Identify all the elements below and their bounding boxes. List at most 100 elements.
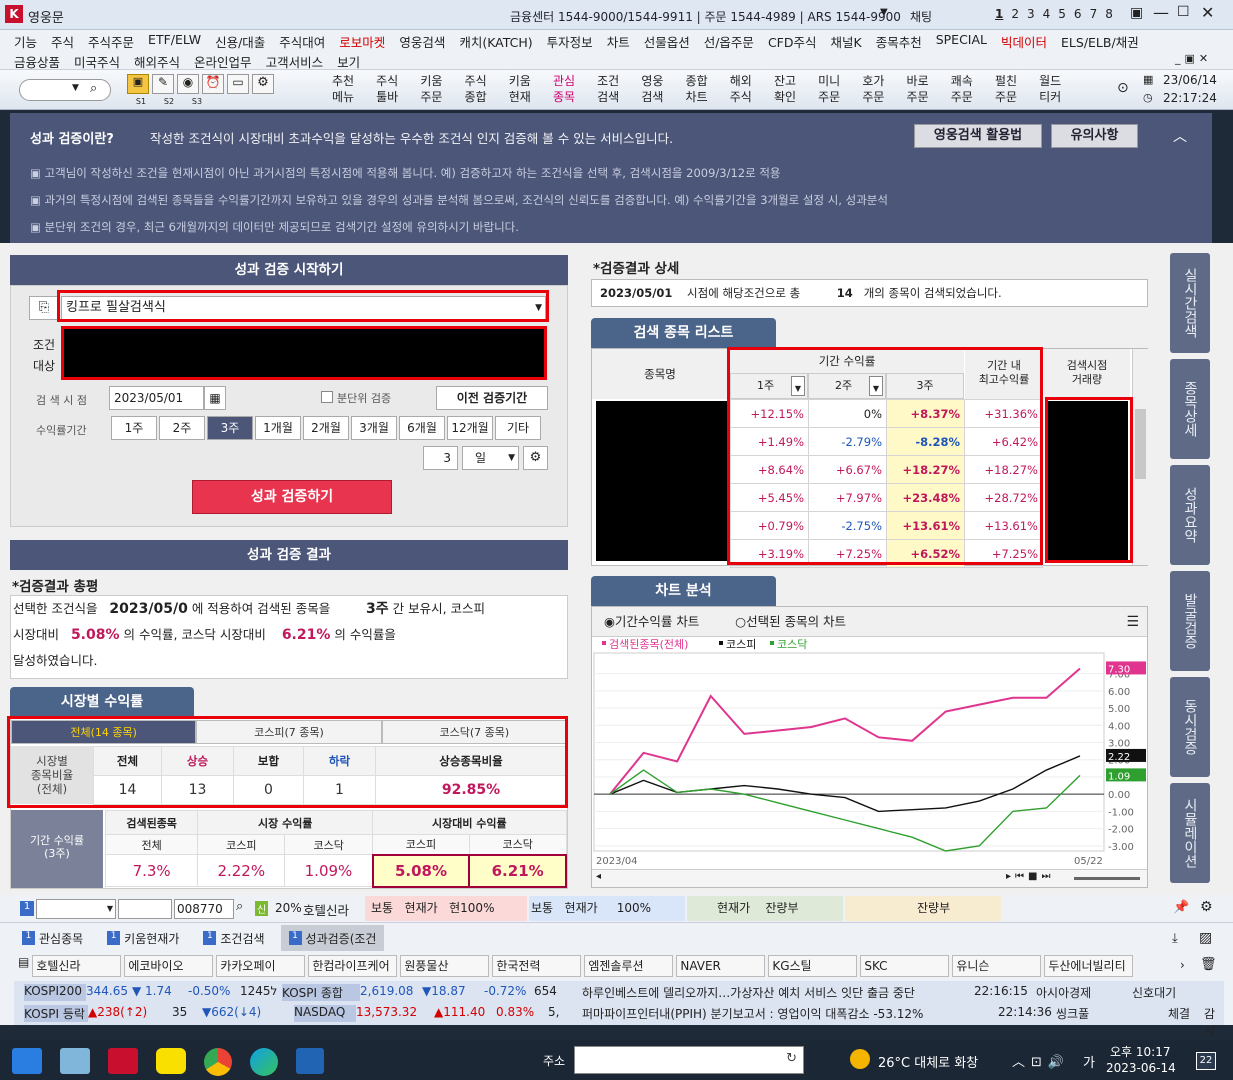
prev-period-button[interactable]: 이전 검증기간 (436, 386, 548, 410)
sort-3w[interactable]: 3주 (886, 373, 964, 399)
ticker-field[interactable]: KOSPI 등락 (24, 1005, 88, 1022)
table-row[interactable]: +8.64% +6.67% +18.27% +18.27% (730, 455, 1043, 484)
favorite-stock[interactable]: 두산에너빌리티 (1044, 955, 1134, 977)
toolbar-button[interactable]: 해외 주식 (720, 73, 762, 107)
menu-item[interactable]: 미국주식 (74, 52, 120, 71)
weather-text[interactable]: 26°C 대체로 화창 (878, 1052, 978, 1071)
period-button[interactable]: 12개월 (447, 416, 493, 440)
menu-item[interactable]: 기능 (14, 32, 37, 51)
sell-order-zone[interactable]: 보통 현재가 100% (529, 896, 685, 921)
favorite-stock[interactable]: 유니슨 (952, 955, 1042, 977)
slot-label[interactable]: S2 (158, 97, 180, 106)
page-tab-2[interactable]: 2 (1011, 7, 1019, 21)
period-button[interactable]: 기타 (495, 416, 541, 440)
page-tab-6[interactable]: 6 (1074, 7, 1082, 21)
save-icon[interactable]: ▣ (127, 74, 149, 94)
side-button[interactable]: 성과요약 (1170, 465, 1210, 565)
chevron-down-icon[interactable]: ▼ (869, 376, 883, 396)
collapse-icon[interactable]: ︿ (1173, 126, 1187, 146)
table-row[interactable]: +12.15% 0% +8.37% +31.36% (730, 399, 1043, 428)
restore-icon[interactable]: ▣ (1130, 5, 1143, 21)
menu-item[interactable]: 금융상품 (14, 52, 60, 71)
menu-item[interactable]: ELS/ELB/채권 (1061, 32, 1139, 51)
menu-item[interactable]: 종목추천 (876, 32, 922, 51)
download-icon[interactable]: ⤓ (1172, 931, 1178, 946)
gear-icon[interactable]: ⚙ (252, 74, 274, 94)
image-icon[interactable]: ▨ (1199, 930, 1212, 946)
toolbar-button[interactable]: 펄친 주문 (985, 73, 1027, 107)
favorite-stock[interactable]: 한컴라이프케어 (308, 955, 398, 977)
menu-item[interactable]: 로보마켓 (339, 32, 385, 51)
screen-tab[interactable]: 1 키움현재가 (99, 925, 187, 951)
menu-item[interactable]: 빅데이터 (1001, 32, 1047, 51)
page-tab-1[interactable]: 1 (995, 7, 1003, 21)
chevron-down-icon[interactable]: ▼ (791, 376, 805, 396)
alarm-icon[interactable]: ⏰ (202, 74, 224, 94)
favorite-stock[interactable]: 한국전력 (492, 955, 582, 977)
menu-item[interactable]: 캐치(KATCH) (459, 32, 532, 51)
chat-button[interactable]: 채팅 (910, 8, 932, 25)
screen-tab[interactable]: 1 관심종목 (14, 925, 91, 951)
toolbar-button[interactable]: 주식 종합 (455, 73, 497, 107)
menu-item[interactable]: 영웅검색 (399, 32, 445, 51)
edge-icon[interactable] (250, 1048, 278, 1076)
toolbar-button[interactable]: 쾌속 주문 (941, 73, 983, 107)
chart-scrollbar[interactable]: ◂ ▸⏮■⏭ (592, 869, 1147, 887)
menu-item[interactable]: 선/옵주문 (704, 32, 754, 51)
stock-list-tab[interactable]: 검색 종목 리스트 (591, 318, 776, 348)
monitor-icon[interactable]: ▭ (227, 74, 249, 94)
page-tab-4[interactable]: 4 (1043, 7, 1051, 21)
menu-icon[interactable]: ☰ (1126, 607, 1139, 637)
trash-icon[interactable]: 🗑 (1200, 957, 1217, 972)
screen-search-input[interactable]: ▼ ⌕ (19, 79, 111, 101)
toolbar-button[interactable]: 주식 툴바 (366, 73, 408, 107)
pin-icon[interactable]: 📌 (1173, 900, 1189, 915)
gear-icon[interactable]: ⚙ (523, 446, 548, 470)
chart-analysis-tab[interactable]: 차트 분석 (591, 576, 776, 606)
table-row[interactable]: +0.79% -2.75% +13.61% +13.61% (730, 511, 1043, 540)
period-button[interactable]: 1개월 (255, 416, 301, 440)
menu-item[interactable]: 주식 (51, 32, 74, 51)
notification-badge[interactable]: 22 (1196, 1052, 1216, 1070)
chrome-icon[interactable] (204, 1048, 232, 1076)
toolbar-button[interactable]: 잔고 확인 (764, 73, 806, 107)
chart-nav-icons[interactable]: ▸⏮■⏭ (1006, 871, 1054, 882)
maximize-icon[interactable]: ☐ (1177, 4, 1190, 20)
menu-item[interactable]: CFD주식 (768, 32, 817, 51)
radio-selected-stock[interactable]: ○선택된 종목의 차트 (735, 614, 846, 629)
scroll-thumb[interactable] (1135, 409, 1146, 479)
favorite-stock[interactable]: 카카오페이 (216, 955, 306, 977)
account-select[interactable]: ▼ (36, 899, 116, 919)
favorite-stock[interactable]: 원풍물산 (400, 955, 490, 977)
period-button[interactable]: 2개월 (303, 416, 349, 440)
monitor-button[interactable]: 감시 (1204, 1005, 1224, 1039)
scroll-left-icon[interactable]: ◂ (596, 871, 601, 882)
news-headline-2[interactable]: 퍼마파이프인터내(PPIH) 분기보고서 : 영업이익 대폭감소 -53.12% (582, 1005, 967, 1022)
table-row[interactable]: +5.45% +7.97% +23.48% +28.72% (730, 483, 1043, 512)
address-input[interactable]: ↻ (574, 1046, 804, 1074)
menu-item[interactable]: 주식주문 (88, 32, 134, 51)
zoom-slider[interactable] (1074, 877, 1140, 880)
toolbar-button[interactable]: 영웅 검색 (631, 73, 673, 107)
radio-period-return[interactable]: ◉기간수익률 차트 (604, 614, 699, 629)
page-tab-8[interactable]: 8 (1105, 7, 1113, 21)
cancel-order-zone[interactable]: 잔량부 (845, 896, 1001, 921)
search-date-input[interactable]: 2023/05/01 (109, 386, 204, 410)
favorite-stock[interactable]: NAVER (676, 955, 766, 977)
side-button[interactable]: 발굴검증 (1170, 571, 1210, 671)
toolbar-button[interactable]: 키움 현재 (499, 73, 541, 107)
table-row[interactable]: +1.49% -2.79% -8.28% +6.42% (730, 427, 1043, 456)
search-icon[interactable]: ⌕ (90, 81, 97, 96)
menu-item[interactable]: 해외주식 (134, 52, 180, 71)
menu-item[interactable]: 보기 (337, 52, 360, 71)
menu-item[interactable]: 선물옵션 (644, 32, 690, 51)
menu-item[interactable]: SPECIAL (936, 32, 987, 51)
collapse-toolbar-icon[interactable]: ⊙ (1117, 80, 1129, 96)
camera-icon[interactable]: ◉ (177, 74, 199, 94)
side-button[interactable]: 시뮬레이션 (1170, 783, 1210, 883)
favorite-stock[interactable]: KG스틸 (768, 955, 858, 977)
toolbar-button[interactable]: 추천 메뉴 (322, 73, 364, 107)
ticker-field[interactable]: KOSPI200 (24, 984, 86, 1001)
screen-tab[interactable]: 1 조건검색 (195, 925, 272, 951)
menu-item[interactable]: 차트 (607, 32, 630, 51)
